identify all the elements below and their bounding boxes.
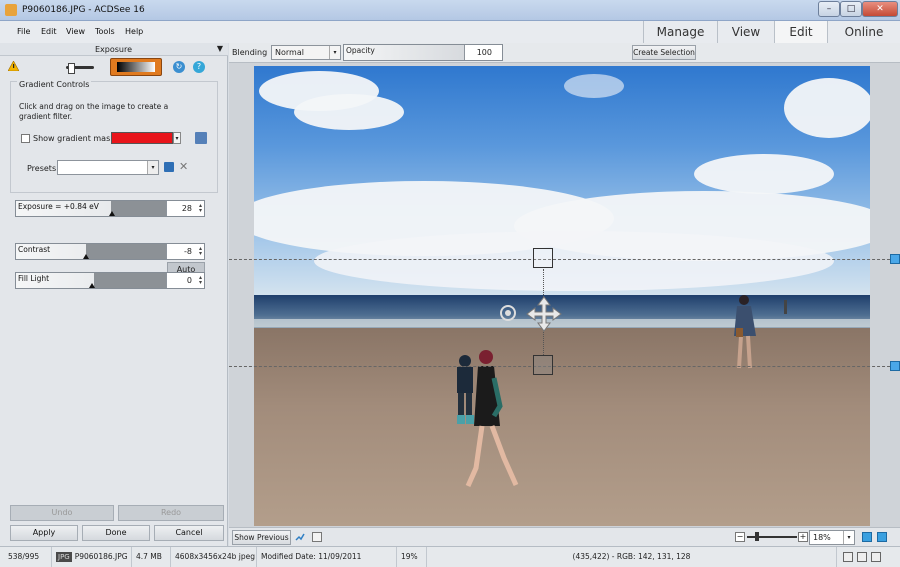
- menu-view[interactable]: View: [66, 27, 85, 36]
- tool-row: ↻ ?: [0, 57, 228, 77]
- file-name-cell: JPG P9060186.JPG: [52, 547, 132, 567]
- panel-title: Exposure: [95, 45, 133, 54]
- title-bar: P9060186.JPG - ACDSee 16 – □ ✕: [0, 0, 900, 21]
- contrast-value[interactable]: -8 ▴ ▾: [166, 244, 204, 259]
- guide-handle-top[interactable]: [890, 254, 900, 264]
- compare-icon[interactable]: [295, 532, 305, 542]
- tab-online[interactable]: Online: [827, 21, 900, 43]
- presets-label: Presets: [27, 164, 57, 173]
- menu-edit[interactable]: Edit: [41, 27, 57, 36]
- eyedropper-icon[interactable]: [195, 132, 207, 144]
- warning-icon[interactable]: [8, 61, 19, 71]
- image-canvas[interactable]: [229, 63, 900, 527]
- window-title: P9060186.JPG - ACDSee 16: [22, 5, 145, 15]
- exposure-label: Exposure = +0.84 eV: [18, 202, 99, 211]
- split-view-icon[interactable]: [312, 532, 322, 542]
- fill-light-label: Fill Light: [18, 274, 50, 283]
- pixel-info: (435,422) - RGB: 142, 131, 128: [427, 547, 837, 567]
- gradient-guide-top[interactable]: [229, 259, 900, 260]
- save-preset-icon[interactable]: [164, 162, 174, 172]
- show-previous-button[interactable]: Show Previous: [232, 530, 291, 545]
- tab-view[interactable]: View: [717, 21, 774, 43]
- mask-color-swatch[interactable]: [111, 132, 173, 144]
- contrast-thumb[interactable]: [83, 254, 89, 259]
- presets-select[interactable]: ▾: [57, 160, 159, 175]
- zoom-level: 19%: [397, 547, 427, 567]
- zoom-select[interactable]: 18% ▾: [809, 530, 855, 545]
- menu-bar: File Edit View Tools Help: [0, 21, 640, 43]
- zoom-slider[interactable]: [747, 532, 797, 541]
- delete-preset-icon[interactable]: ✕: [179, 160, 188, 173]
- exposure-panel: Exposure ▼ ↻ ? Gradient Controls Click a…: [0, 43, 228, 546]
- fill-light-value[interactable]: 0 ▴ ▾: [166, 273, 204, 288]
- blending-label: Blending: [232, 48, 268, 57]
- chevron-down-icon: ▾: [147, 161, 158, 174]
- image-dimensions: 4608x3456x24b jpeg: [171, 547, 257, 567]
- opacity-slider[interactable]: Opacity 100: [343, 44, 503, 61]
- gradient-description: Click and drag on the image to create a …: [19, 102, 169, 121]
- gradient-guide-bottom[interactable]: [229, 366, 900, 367]
- status-icon-3[interactable]: [871, 552, 881, 562]
- show-gradient-mask-label: Show gradient mask: [33, 134, 115, 143]
- cancel-button[interactable]: Cancel: [154, 525, 224, 541]
- contrast-slider[interactable]: Contrast -8 ▴ ▾: [15, 243, 205, 260]
- status-bar: 538/995 JPG P9060186.JPG 4.7 MB 4608x3456…: [0, 546, 900, 567]
- blending-toolbar: Blending Normal ▾ Opacity 100 Create Sel…: [229, 43, 900, 63]
- status-icon-2[interactable]: [857, 552, 867, 562]
- zoom-in-icon[interactable]: +: [798, 532, 808, 542]
- opacity-value[interactable]: 100: [464, 45, 502, 60]
- create-selection-button[interactable]: Create Selection: [632, 45, 696, 60]
- image-index: 538/995: [4, 547, 52, 567]
- redo-button[interactable]: Redo: [118, 505, 224, 521]
- fill-light-thumb[interactable]: [89, 283, 95, 288]
- brush-slider-icon[interactable]: [66, 63, 94, 74]
- zoom-out-icon[interactable]: −: [735, 532, 745, 542]
- minimize-button[interactable]: –: [818, 1, 840, 17]
- file-name: P9060186.JPG: [74, 552, 128, 561]
- opacity-label: Opacity: [346, 46, 375, 55]
- reset-icon[interactable]: ↻: [173, 61, 185, 73]
- menu-tools[interactable]: Tools: [95, 27, 115, 36]
- undo-button[interactable]: Undo: [10, 505, 114, 521]
- maximize-button[interactable]: □: [840, 1, 862, 17]
- exposure-thumb[interactable]: [109, 211, 115, 216]
- chevron-down-icon: ▾: [843, 531, 854, 544]
- show-gradient-mask-checkbox[interactable]: [21, 134, 30, 143]
- bottom-toolbar: Show Previous − + 18% ▾: [229, 527, 900, 546]
- help-icon[interactable]: ?: [193, 61, 205, 73]
- gradient-controls-title: Gradient Controls: [17, 80, 92, 89]
- menu-file[interactable]: File: [17, 27, 30, 36]
- blending-select[interactable]: Normal ▾: [271, 45, 341, 60]
- apply-button[interactable]: Apply: [10, 525, 78, 541]
- modified-date: Modified Date: 11/09/2011 11:36:38: [257, 547, 397, 567]
- exposure-value[interactable]: 28 ▴ ▾: [166, 201, 204, 216]
- fullscreen-icon[interactable]: [877, 532, 887, 542]
- close-button[interactable]: ✕: [862, 1, 898, 17]
- panel-header: Exposure ▼: [0, 43, 228, 56]
- tab-manage[interactable]: Manage: [643, 21, 717, 43]
- gradient-start-handle[interactable]: [533, 248, 553, 268]
- far-figure: [784, 300, 787, 314]
- tab-edit[interactable]: Edit: [774, 21, 827, 43]
- file-size: 4.7 MB: [132, 547, 171, 567]
- status-icon-1[interactable]: [843, 552, 853, 562]
- gradient-controls-group: Gradient Controls Click and drag on the …: [10, 80, 218, 193]
- file-type-badge: JPG: [56, 552, 72, 562]
- done-button[interactable]: Done: [82, 525, 150, 541]
- app-icon: [5, 4, 17, 16]
- gradient-tool-button[interactable]: [110, 58, 162, 76]
- panel-menu-icon[interactable]: ▼: [217, 44, 223, 53]
- gradient-end-handle[interactable]: [533, 355, 553, 375]
- mask-color-dropdown[interactable]: ▾: [173, 132, 181, 144]
- fill-light-slider[interactable]: Fill Light 0 ▴ ▾: [15, 272, 205, 289]
- guide-handle-bottom[interactable]: [890, 361, 900, 371]
- menu-help[interactable]: Help: [125, 27, 143, 36]
- mode-tabs: Manage View Edit Online: [640, 21, 900, 43]
- chevron-down-icon: ▾: [329, 46, 340, 59]
- rotate-handle-icon[interactable]: [499, 304, 517, 322]
- exposure-slider[interactable]: Exposure = +0.84 eV 28 ▴ ▾: [15, 200, 205, 217]
- move-icon[interactable]: [525, 295, 563, 333]
- contrast-label: Contrast: [18, 245, 51, 254]
- fit-image-icon[interactable]: [862, 532, 872, 542]
